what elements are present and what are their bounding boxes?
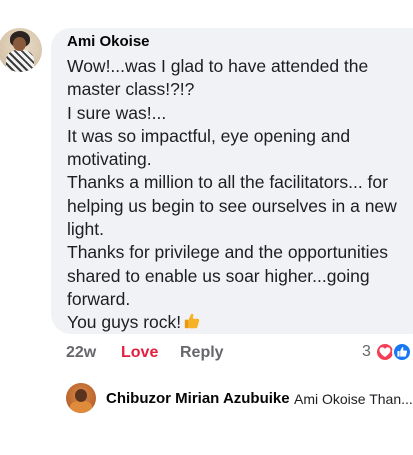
avatar-body: [6, 50, 34, 72]
comment-line: motivating.: [67, 149, 152, 170]
comment-line-text: You guys rock!: [67, 312, 182, 333]
comment-thread: Ami Okoise Wow!...was I glad to have att…: [0, 0, 413, 455]
reaction-count: 3: [362, 343, 371, 360]
love-button[interactable]: Love: [121, 344, 158, 362]
comment-line: Wow!...was I glad to have attended the: [67, 56, 369, 76]
comment-line: I sure was!...: [67, 102, 167, 123]
commenter-avatar[interactable]: [0, 28, 42, 72]
reply-preview-row[interactable]: Chibuzor Mirian Azubuike Ami Okoise Than…: [66, 383, 413, 415]
comment-line: Thanks a million to all the facilitators…: [67, 172, 388, 193]
comment-line: master class!?!?: [67, 79, 195, 100]
comment-body: Wow!...was I glad to have attended the m…: [67, 55, 413, 335]
avatar-face: [75, 389, 87, 402]
thumbs-up-emoji-icon: [184, 314, 200, 329]
reply-author-name[interactable]: Chibuzor Mirian Azubuike: [106, 390, 290, 407]
avatar-body: [70, 401, 92, 413]
comment-line: helping us begin to see ourselves in a n…: [67, 195, 397, 216]
comment-line: forward.: [67, 288, 131, 309]
reply-author-avatar[interactable]: [66, 383, 96, 413]
comment-line-last: You guys rock!: [67, 311, 413, 334]
comment-line: Thanks for privilege and the opportuniti…: [67, 242, 389, 263]
comment-line: light.: [67, 219, 104, 240]
reply-preview-text[interactable]: Ami Okoise Than...: [294, 391, 413, 407]
comment-timestamp[interactable]: 22w: [66, 344, 96, 362]
like-reaction-icon: [392, 342, 412, 362]
comment-author-name[interactable]: Ami Okoise: [67, 33, 150, 50]
comment-line: It was so impactful, eye opening and: [67, 125, 351, 146]
comment-line: shared to enable us soar higher...going: [67, 265, 370, 286]
reply-button[interactable]: Reply: [180, 344, 224, 362]
avatar-face: [13, 37, 26, 51]
